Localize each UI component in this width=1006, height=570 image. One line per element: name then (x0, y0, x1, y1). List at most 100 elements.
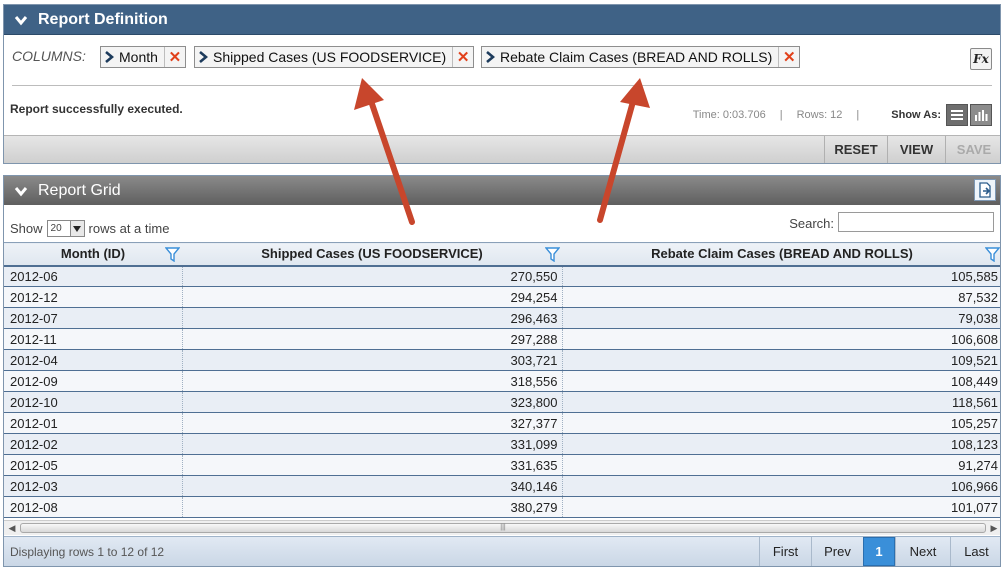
table-row[interactable]: 2012-12 294,254 87,532 (4, 286, 1000, 308)
filter-icon[interactable] (545, 247, 560, 262)
status-message: Report successfully executed. (10, 102, 183, 116)
save-button[interactable]: SAVE (945, 136, 1002, 163)
last-page-button[interactable]: Last (950, 537, 1000, 566)
reset-button[interactable]: RESET (824, 136, 887, 163)
table-row[interactable]: 2012-03 340,146 106,966 (4, 475, 1000, 497)
table-row[interactable]: 2012-06 270,550 105,585 (4, 265, 1000, 287)
view-button[interactable]: VIEW (887, 136, 945, 163)
chip-body[interactable]: Rebate Claim Cases (BREAD AND ROLLS) (482, 47, 780, 67)
close-icon[interactable]: ✕ (165, 47, 185, 67)
search-input[interactable] (838, 212, 994, 232)
table-row[interactable]: 2012-10 323,800 118,561 (4, 391, 1000, 413)
report-table: Month (ID) Shipped Cases (US FOODSERVICE… (4, 242, 1000, 518)
export-button[interactable] (974, 179, 996, 201)
table-row[interactable]: 2012-05 331,635 91,274 (4, 454, 1000, 476)
table-body: 2012-06 270,550 105,585 2012-12 294,254 87,53… (4, 265, 1000, 518)
cell-month: 2012-06 (4, 265, 183, 287)
table-row[interactable]: 2012-02 331,099 108,123 (4, 433, 1000, 455)
show-suffix: rows at a time (88, 221, 170, 236)
chip-label: Rebate Claim Cases (BREAD AND ROLLS) (500, 49, 773, 65)
cell-month: 2012-09 (4, 370, 183, 392)
header-label: Shipped Cases (US FOODSERVICE) (261, 246, 483, 262)
page-size-value: 20 (50, 223, 62, 234)
cell-month: 2012-08 (4, 496, 183, 518)
cell-month: 2012-04 (4, 349, 183, 371)
cell-month: 2012-07 (4, 307, 183, 329)
pagination-bar: Displaying rows 1 to 12 of 12 First Prev… (4, 536, 1000, 566)
scrollbar-thumb[interactable]: ||| (20, 523, 986, 533)
cell-shipped-cases: 331,635 (182, 454, 563, 476)
report-grid-header[interactable]: Report Grid (4, 176, 1000, 205)
cell-shipped-cases: 318,556 (182, 370, 563, 392)
cell-month: 2012-02 (4, 433, 183, 455)
cell-rebate-claim-cases: 87,532 (562, 286, 1000, 308)
chip-label: Shipped Cases (US FOODSERVICE) (213, 49, 447, 65)
cell-month: 2012-05 (4, 454, 183, 476)
export-icon (979, 182, 991, 198)
first-page-button[interactable]: First (759, 537, 811, 566)
current-page-button[interactable]: 1 (863, 537, 895, 566)
page-size-select[interactable]: 20 (46, 220, 85, 237)
row-count: Rows: 12 (796, 109, 843, 121)
column-chip-month[interactable]: Month ✕ (100, 46, 186, 68)
table-row[interactable]: 2012-11 297,288 106,608 (4, 328, 1000, 350)
separator: | (779, 109, 783, 121)
cell-shipped-cases: 327,377 (182, 412, 563, 434)
divider (12, 85, 992, 86)
cell-shipped-cases: 296,463 (182, 307, 563, 329)
formula-button[interactable]: Fx (970, 48, 992, 70)
close-icon[interactable]: ✕ (453, 47, 473, 67)
report-definition-panel: Report Definition COLUMNS: Month ✕ Shipp… (3, 4, 1001, 164)
fx-icon: Fx (973, 52, 989, 66)
filter-icon[interactable] (985, 247, 1000, 262)
execution-meta: Time: 0:03.706 | Rows: 12 | Show As: (693, 104, 992, 126)
page-size-control: Show 20 rows at a time (10, 220, 169, 237)
cell-month: 2012-10 (4, 391, 183, 413)
cell-rebate-claim-cases: 91,274 (562, 454, 1000, 476)
chevron-right-icon (486, 51, 495, 63)
column-chip-shipped-cases[interactable]: Shipped Cases (US FOODSERVICE) ✕ (194, 46, 475, 68)
report-definition-header[interactable]: Report Definition (4, 5, 1000, 35)
horizontal-scrollbar[interactable]: ◀ ||| ▶ (4, 520, 1000, 535)
table-row[interactable]: 2012-01 327,377 105,257 (4, 412, 1000, 434)
cell-rebate-claim-cases: 79,038 (562, 307, 1000, 329)
cell-shipped-cases: 323,800 (182, 391, 563, 413)
table-row[interactable]: 2012-09 318,556 108,449 (4, 370, 1000, 392)
cell-shipped-cases: 380,279 (182, 496, 563, 518)
cell-rebate-claim-cases: 106,608 (562, 328, 1000, 350)
chip-body[interactable]: Month (101, 47, 165, 67)
chip-label: Month (119, 49, 158, 65)
table-header-row: Month (ID) Shipped Cases (US FOODSERVICE… (4, 242, 1000, 267)
chevron-down-icon[interactable] (69, 221, 84, 236)
column-chip-rebate-claim-cases[interactable]: Rebate Claim Cases (BREAD AND ROLLS) ✕ (481, 46, 801, 68)
table-row[interactable]: 2012-07 296,463 79,038 (4, 307, 1000, 329)
cell-rebate-claim-cases: 101,077 (562, 496, 1000, 518)
prev-page-button[interactable]: Prev (811, 537, 863, 566)
definition-toolbar: RESET VIEW SAVE (4, 135, 1000, 163)
next-page-button[interactable]: Next (895, 537, 950, 566)
chart-view-button[interactable] (970, 104, 992, 126)
cell-shipped-cases: 270,550 (182, 265, 563, 287)
cell-shipped-cases: 294,254 (182, 286, 563, 308)
chip-body[interactable]: Shipped Cases (US FOODSERVICE) (195, 47, 454, 67)
execution-time: Time: 0:03.706 (692, 109, 766, 121)
pagination-info: Displaying rows 1 to 12 of 12 (10, 545, 165, 559)
list-view-button[interactable] (946, 104, 968, 126)
report-grid-title: Report Grid (38, 181, 121, 199)
chevron-down-icon[interactable] (14, 13, 28, 27)
column-header-shipped-cases[interactable]: Shipped Cases (US FOODSERVICE) (182, 242, 562, 267)
header-label: Rebate Claim Cases (BREAD AND ROLLS) (651, 246, 913, 262)
filter-icon[interactable] (165, 247, 180, 262)
column-header-rebate-claim-cases[interactable]: Rebate Claim Cases (BREAD AND ROLLS) (562, 242, 1000, 267)
table-row[interactable]: 2012-08 380,279 101,077 (4, 496, 1000, 518)
cell-shipped-cases: 331,099 (182, 433, 563, 455)
chevron-down-icon[interactable] (14, 184, 28, 198)
cell-shipped-cases: 303,721 (182, 349, 563, 371)
cell-shipped-cases: 297,288 (182, 328, 563, 350)
close-icon[interactable]: ✕ (779, 47, 799, 67)
scroll-right-icon[interactable]: ▶ (987, 521, 1000, 535)
table-row[interactable]: 2012-04 303,721 109,521 (4, 349, 1000, 371)
scroll-left-icon[interactable]: ◀ (5, 521, 19, 535)
columns-label: COLUMNS: (12, 48, 86, 64)
column-header-month[interactable]: Month (ID) (4, 242, 182, 267)
